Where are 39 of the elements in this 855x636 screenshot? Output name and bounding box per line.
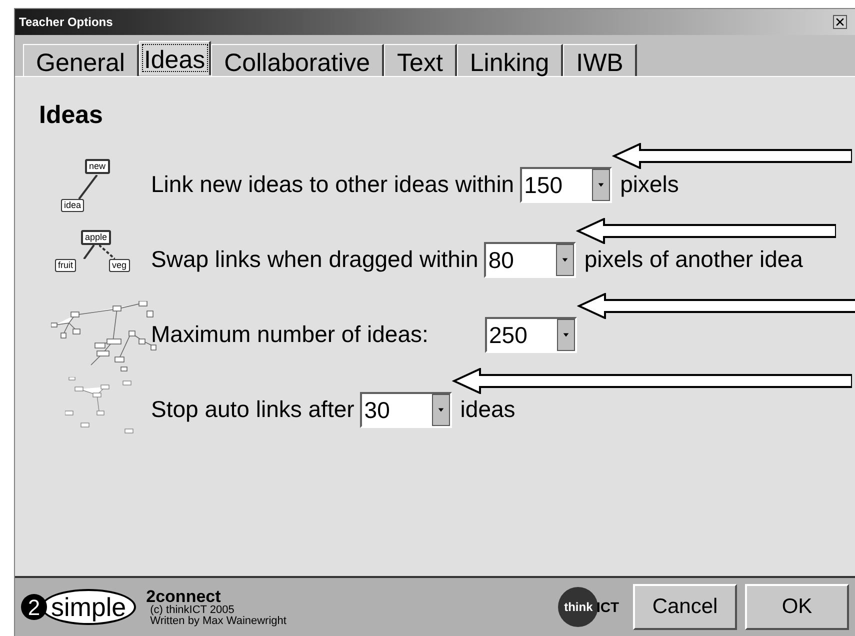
- tab[interactable]: General: [23, 44, 139, 76]
- unit-label: ideas: [460, 395, 516, 424]
- idea-node: veg: [109, 258, 130, 272]
- dashed-connector-line: [99, 244, 115, 258]
- idea-node: fruit: [55, 258, 76, 272]
- close-icon[interactable]: [833, 15, 847, 29]
- partner-logo-badge: think: [558, 587, 598, 627]
- window-title: Teacher Options: [19, 14, 113, 31]
- number-dropdown[interactable]: 250: [485, 316, 577, 352]
- setting-label: Link new ideas to other ideas within: [151, 170, 514, 200]
- tab[interactable]: IWB: [563, 44, 638, 76]
- copyright-text: (c) thinkICT 2005: [150, 604, 236, 616]
- dialog-button[interactable]: Cancel: [633, 584, 737, 630]
- tab[interactable]: Collaborative: [211, 44, 384, 76]
- idea-node: new: [85, 158, 110, 174]
- partner-logo-text: ICT: [596, 598, 619, 616]
- tab[interactable]: Ideas: [138, 41, 212, 75]
- tab[interactable]: Text: [384, 44, 457, 76]
- setting-label: Swap links when dragged within: [151, 245, 478, 274]
- number-dropdown[interactable]: 80: [484, 242, 576, 278]
- logo-badge: 2: [21, 594, 47, 620]
- author-text: Written by Max Wainewright: [150, 616, 286, 626]
- number-dropdown[interactable]: 150: [520, 166, 612, 202]
- dropdown-caret-icon[interactable]: [557, 318, 575, 350]
- number-dropdown[interactable]: 30: [360, 392, 452, 428]
- idea-node: apple: [81, 230, 112, 244]
- setting-label: Maximum number of ideas:: [151, 320, 430, 350]
- dropdown-caret-icon[interactable]: [432, 394, 450, 426]
- dropdown-caret-icon[interactable]: [556, 244, 574, 276]
- section-heading: Ideas: [39, 100, 104, 131]
- connector-line: [83, 244, 95, 258]
- dropdown-caret-icon[interactable]: [592, 168, 610, 200]
- unit-label: pixels: [620, 170, 679, 200]
- unit-label: pixels of another idea: [584, 245, 803, 274]
- setting-label: Stop auto links after: [151, 395, 354, 424]
- idea-node: idea: [61, 198, 84, 212]
- app-name: 2connect: [146, 588, 221, 604]
- dialog-button[interactable]: OK: [745, 584, 849, 630]
- tab[interactable]: Linking: [456, 44, 564, 76]
